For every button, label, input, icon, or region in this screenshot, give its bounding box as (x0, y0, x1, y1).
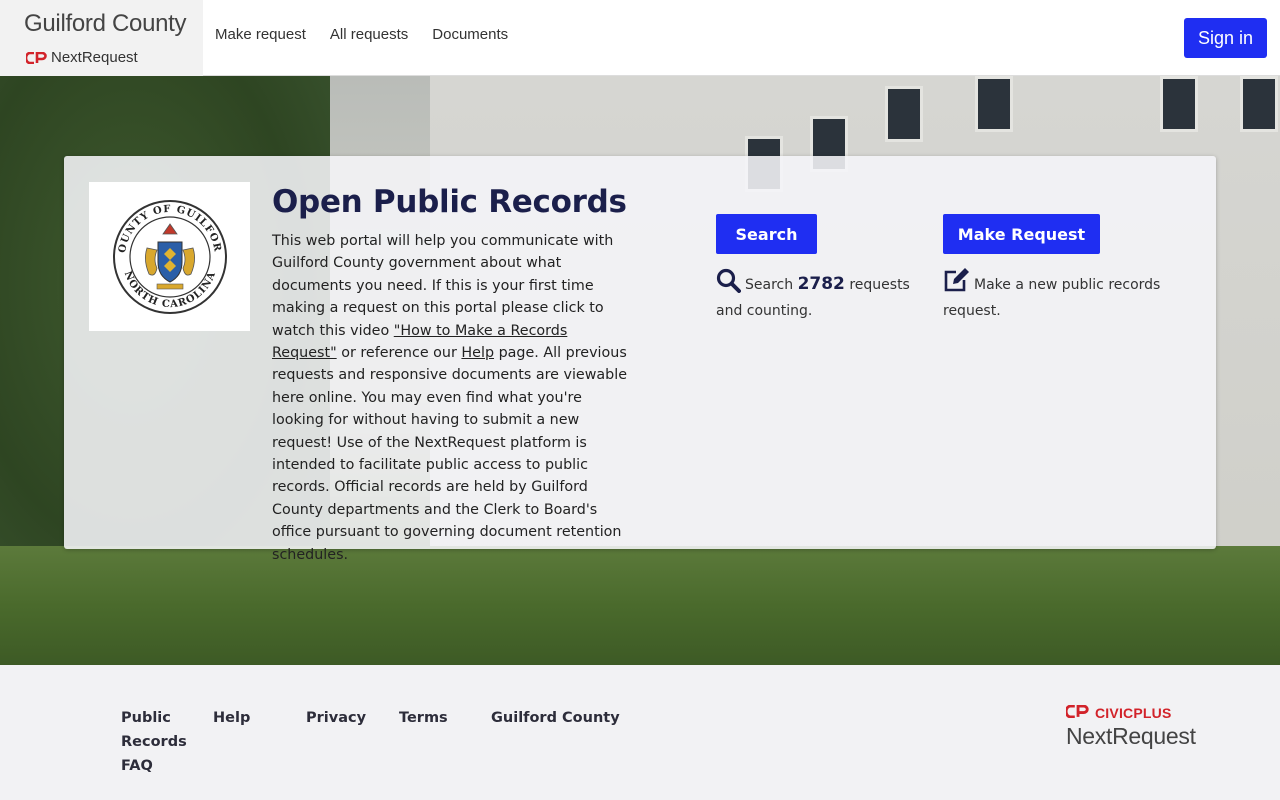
make-blurb-text: Make a new public records request. (943, 277, 1161, 319)
request-count: 2782 (797, 274, 845, 294)
footer-link-help[interactable]: Help (213, 706, 250, 730)
county-seal-icon: COUNTY OF GUILFORD NORTH CAROLINA (111, 198, 227, 314)
page-title: Open Public Records (272, 184, 627, 220)
footer-link-terms[interactable]: Terms (399, 706, 448, 730)
footer-product-name: NextRequest (1066, 723, 1196, 749)
search-button[interactable]: Search (716, 214, 817, 254)
civicplus-logo-icon (1064, 704, 1089, 721)
background-window (1160, 76, 1198, 132)
nextrequest-logo-icon (26, 51, 47, 64)
desc-text: page. All previous requests and responsi… (272, 345, 628, 563)
background-hedge (0, 546, 1280, 665)
intro-panel: COUNTY OF GUILFORD NORTH CAROLINA Open P… (64, 156, 1216, 563)
product-brand: NextRequest (26, 49, 138, 66)
search-prefix: Search (745, 277, 794, 293)
nav-all-requests[interactable]: All requests (330, 26, 408, 43)
background-window (1240, 76, 1278, 132)
background-window (975, 76, 1013, 132)
product-name: NextRequest (51, 49, 138, 66)
civicplus-brand: CIVICPLUS (1064, 704, 1196, 721)
civicplus-logo: CIVICPLUS NextRequest (1064, 704, 1196, 750)
sign-in-button[interactable]: Sign in (1184, 18, 1267, 58)
make-request-blurb: Make a new public records request. (943, 268, 1173, 322)
search-blurb: Search 2782 requests and counting. (716, 268, 916, 322)
hero-section: COUNTY OF GUILFORD NORTH CAROLINA Open P… (0, 76, 1280, 665)
footer-link-faq[interactable]: Public Records FAQ (121, 706, 191, 778)
site-header: Guilford County NextRequest Make request… (0, 0, 1280, 76)
org-name: Guilford County (24, 10, 187, 37)
footer-link-county[interactable]: Guilford County (491, 706, 620, 730)
desc-text: or reference our (336, 345, 462, 362)
main-nav: Make request All requests Documents (215, 26, 508, 43)
county-seal: COUNTY OF GUILFORD NORTH CAROLINA (89, 182, 250, 331)
make-request-button[interactable]: Make Request (943, 214, 1100, 254)
search-icon (716, 268, 741, 300)
footer-link-privacy[interactable]: Privacy (306, 706, 366, 730)
nav-documents[interactable]: Documents (432, 26, 508, 43)
help-link[interactable]: Help (461, 345, 494, 361)
edit-icon (943, 268, 970, 300)
civicplus-name: CIVICPLUS (1095, 705, 1172, 721)
nav-make-request[interactable]: Make request (215, 26, 306, 43)
brand-block[interactable]: Guilford County NextRequest (0, 0, 203, 76)
background-window (885, 86, 923, 142)
site-footer: Public Records FAQ Help Privacy Terms Gu… (0, 665, 1280, 800)
intro-description: This web portal will help you communicat… (272, 230, 628, 566)
